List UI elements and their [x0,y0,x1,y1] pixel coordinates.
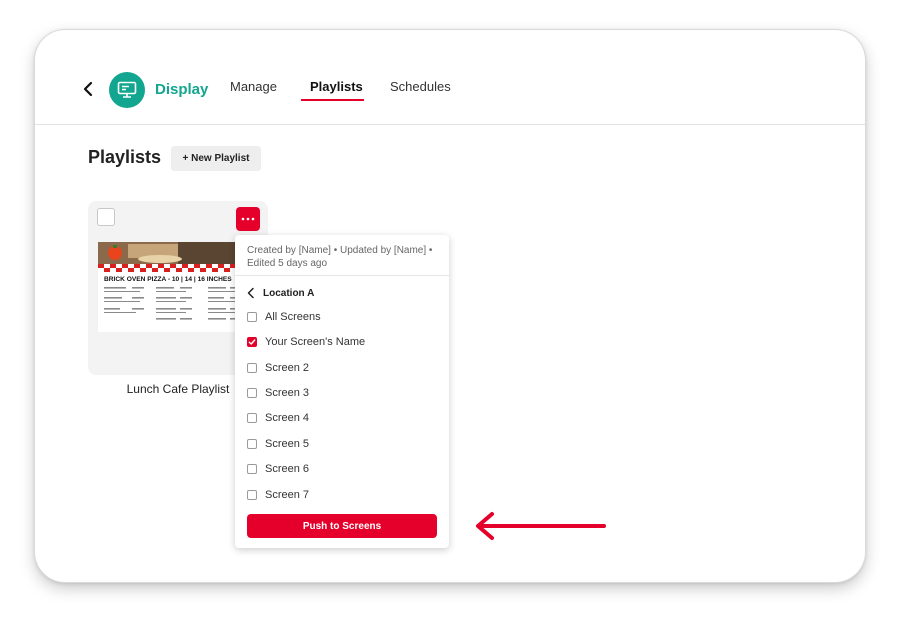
menu-board-image: BRICK OVEN PIZZA - 10 | 14 | 16 INCHES [98,242,248,332]
arrow-left-icon [476,512,606,540]
menu-divider [235,275,449,276]
push-to-screens-button[interactable]: Push to Screens [247,514,437,538]
tab-playlists[interactable]: Playlists [310,79,363,94]
location-back-button[interactable]: Location A [247,285,314,301]
checkbox[interactable] [247,464,257,474]
tab-manage[interactable]: Manage [230,79,277,94]
app-window: Display Manage Playlists Schedules Playl… [35,30,865,582]
checkbox[interactable] [247,363,257,373]
screen-option-your-screen[interactable]: Your Screen's Name [247,333,365,351]
screen-option-label: Screen 3 [265,387,310,399]
app-name: Display [155,81,209,98]
screen-option-6[interactable]: Screen 6 [247,460,309,478]
new-playlist-button[interactable]: + New Playlist [171,146,261,171]
more-options-button[interactable] [236,207,260,231]
back-button[interactable] [79,78,99,100]
page-title: Playlists [88,147,162,167]
tab-schedules[interactable]: Schedules [390,79,451,94]
checkbox[interactable] [247,312,257,322]
checkbox[interactable] [247,388,257,398]
active-tab-indicator [301,99,364,101]
checkbox[interactable] [247,490,257,500]
screen-option-label: Your Screen's Name [265,336,366,348]
screen-option-2[interactable]: Screen 2 [247,359,309,377]
chevron-left-icon [83,81,93,97]
screen-option-3[interactable]: Screen 3 [247,384,309,402]
screen-option-label: Screen 7 [265,489,310,501]
playlist-meta: Created by [Name] • Updated by [Name] • … [247,245,433,269]
checkbox[interactable] [247,439,257,449]
checkbox-checked[interactable] [247,337,257,347]
checkbox[interactable] [247,413,257,423]
monitor-icon [117,81,137,98]
chevron-left-icon [247,287,254,299]
screen-option-label: Screen 4 [265,412,310,424]
screen-option-label: Screen 2 [265,362,310,374]
screen-option-7[interactable]: Screen 7 [247,486,309,504]
screen-option-label: All Screens [265,311,321,323]
more-dots-icon [241,217,255,221]
location-name: Location A [263,287,315,299]
top-navigation: Display Manage Playlists Schedules [35,30,865,125]
screen-option-5[interactable]: Screen 5 [247,435,309,453]
display-app-logo [109,72,145,108]
push-to-screens-menu: Created by [Name] • Updated by [Name] • … [235,235,449,548]
screen-option-label: Screen 5 [265,438,310,450]
playlist-select-checkbox[interactable] [97,208,115,226]
screen-option-4[interactable]: Screen 4 [247,409,309,427]
thumbnail-heading: BRICK OVEN PIZZA - 10 | 14 | 16 INCHES [104,276,232,283]
screen-option-all[interactable]: All Screens [247,308,321,326]
checkmark-icon [248,339,256,345]
playlist-thumbnail: BRICK OVEN PIZZA - 10 | 14 | 16 INCHES [98,242,248,332]
screen-option-label: Screen 6 [265,463,310,475]
